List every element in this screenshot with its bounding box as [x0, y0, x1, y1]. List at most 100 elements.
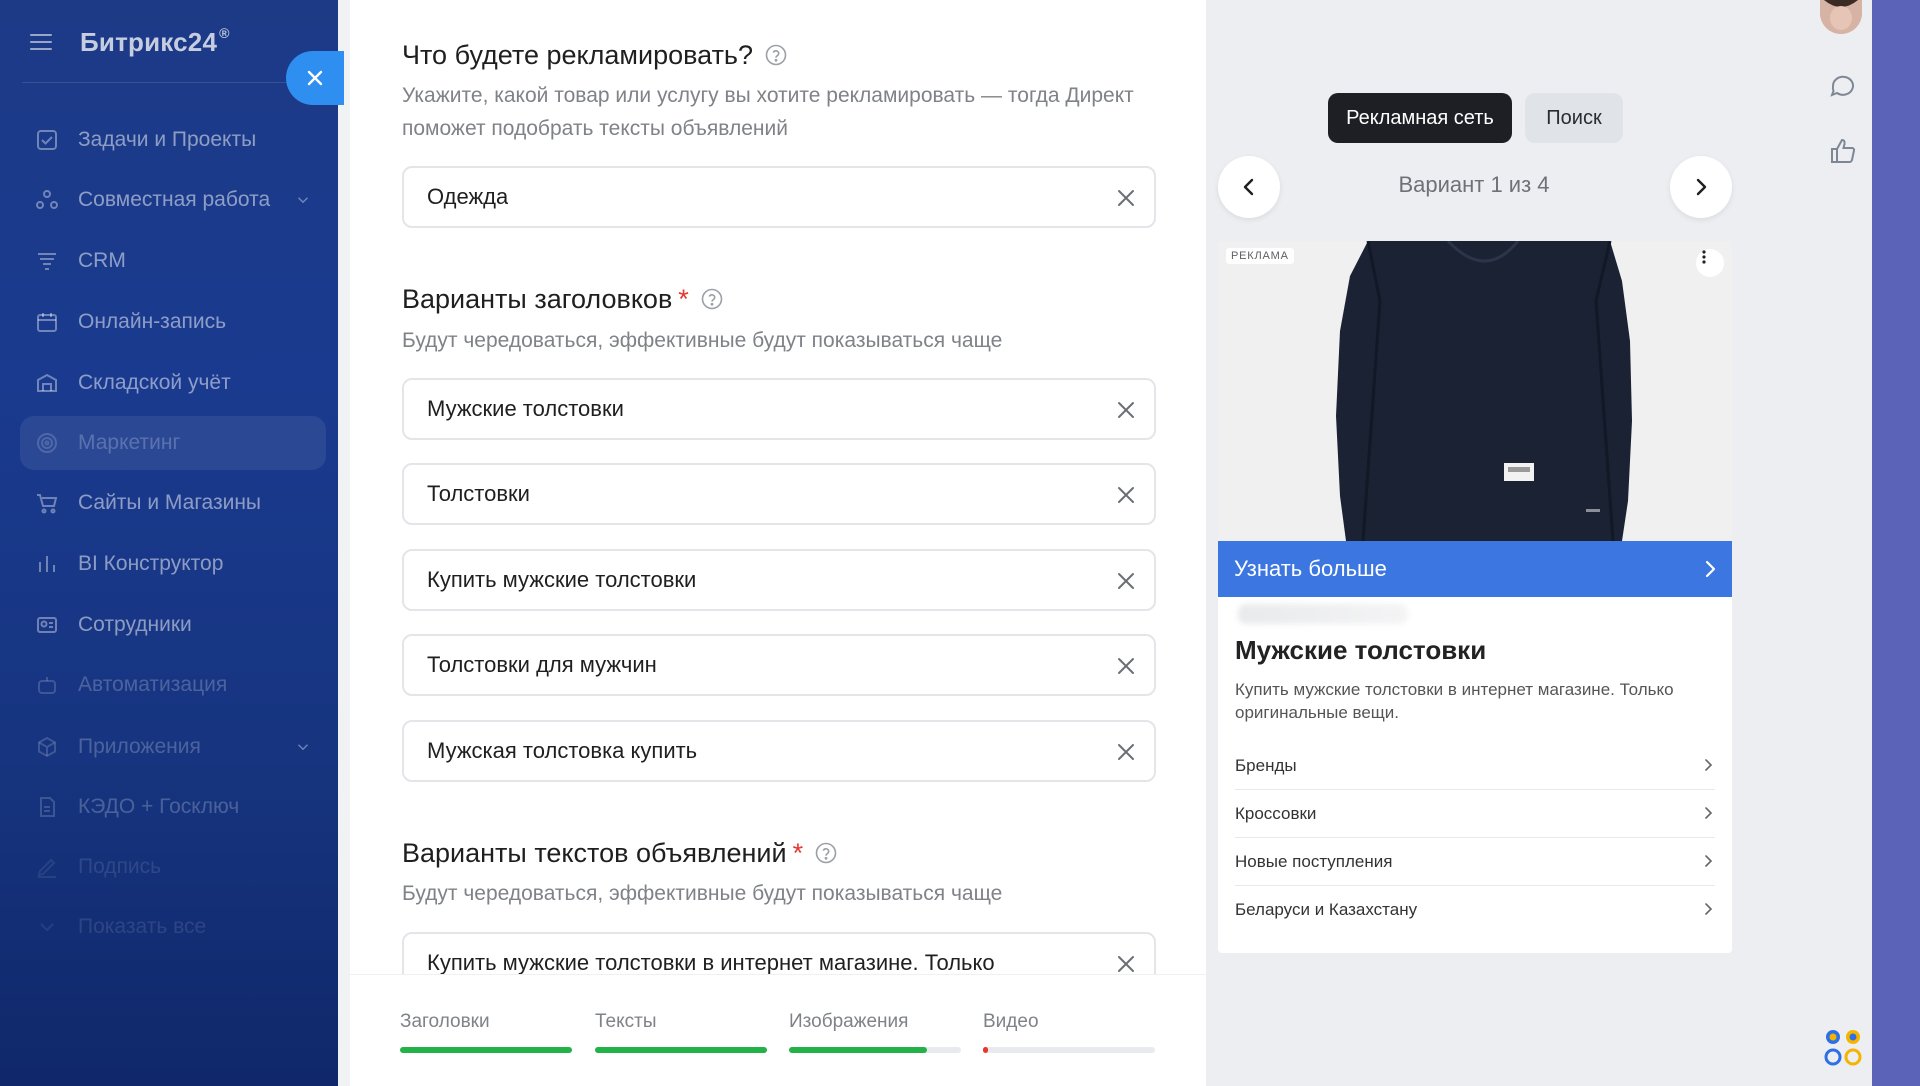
- menu-icon[interactable]: [30, 34, 52, 50]
- sitelink-label: Бренды: [1235, 755, 1297, 775]
- clear-icon[interactable]: [1116, 656, 1136, 676]
- product-section-description: Укажите, какой товар или услугу вы хотит…: [402, 84, 1134, 140]
- headlines-section-title: Варианты заголовков *: [402, 281, 723, 317]
- progress-track: [400, 1047, 572, 1053]
- more-options-button[interactable]: [1696, 249, 1724, 277]
- sidebar-item-employees[interactable]: Сотрудники: [20, 598, 326, 652]
- document-icon: [34, 794, 60, 820]
- progress-headlines[interactable]: Заголовки: [400, 1011, 572, 1053]
- sitelink-label: Кроссовки: [1235, 803, 1317, 823]
- help-icon[interactable]: [815, 842, 837, 864]
- headline-input[interactable]: Купить мужские толстовки: [402, 549, 1156, 611]
- required-mark: *: [678, 283, 689, 314]
- apps-icon[interactable]: [1824, 1028, 1862, 1066]
- sitelink-item[interactable]: Новые поступления: [1235, 838, 1715, 886]
- hoodie-image: [1218, 241, 1732, 541]
- ad-image: РЕКЛАМА: [1218, 241, 1732, 541]
- chevron-right-icon: [1701, 806, 1715, 820]
- cube-icon: [34, 734, 60, 760]
- chevron-right-icon: [1701, 854, 1715, 868]
- sidebar-item-bi[interactable]: BI Конструктор: [20, 537, 326, 591]
- texts-section-title: Варианты текстов объявлений *: [402, 835, 837, 871]
- sidebar-item-collaboration[interactable]: Совместная работа: [20, 173, 326, 227]
- clear-icon[interactable]: [1116, 400, 1136, 420]
- progress-track: [595, 1047, 767, 1053]
- progress-fill: [595, 1047, 767, 1053]
- texts-section-description: Будут чередоваться, эффективные будут по…: [402, 882, 1003, 905]
- chevron-right-icon: [1700, 559, 1720, 579]
- clear-icon[interactable]: [1116, 954, 1136, 974]
- field-value: Мужская толстовка купить: [427, 738, 698, 763]
- ad-description: Купить мужские толстовки в интернет мага…: [1235, 680, 1674, 722]
- headline-input[interactable]: Толстовки для мужчин: [402, 634, 1156, 696]
- clear-icon[interactable]: [1116, 485, 1136, 505]
- tab-search[interactable]: Поиск: [1525, 93, 1623, 143]
- field-value: Купить мужские толстовки в интернет мага…: [427, 950, 995, 975]
- sidebar-item-label: BI Конструктор: [78, 552, 224, 575]
- sidebar-item-label: Совместная работа: [78, 188, 271, 211]
- prev-variant-button[interactable]: [1218, 156, 1280, 218]
- chat-icon[interactable]: [1828, 72, 1858, 102]
- progress-fill: [983, 1047, 989, 1053]
- product-section-title: Что будете рекламировать?: [402, 37, 787, 73]
- ad-preview-card: РЕКЛАМА Узнать больше Мужские толстовки …: [1218, 241, 1732, 953]
- sidebar-item-label: Задачи и Проекты: [78, 128, 257, 151]
- sidebar-item-online-booking[interactable]: Онлайн-запись: [20, 295, 326, 349]
- sidebar-item-signature[interactable]: Подпись: [20, 840, 326, 894]
- field-value: Толстовки для мужчин: [427, 652, 657, 677]
- sitelink-item[interactable]: Беларуси и Казахстану: [1235, 886, 1715, 934]
- help-icon[interactable]: [765, 44, 787, 66]
- sidebar-item-label: Показать все: [78, 915, 207, 938]
- sidebar-item-marketing[interactable]: Маркетинг: [20, 416, 326, 470]
- chevron-down-icon: [34, 914, 60, 940]
- sidebar-divider: [22, 82, 316, 83]
- sidebar-item-label: Складской учёт: [78, 371, 231, 394]
- learn-more-button[interactable]: Узнать больше: [1218, 541, 1732, 597]
- tab-ad-network[interactable]: Рекламная сеть: [1328, 93, 1512, 143]
- product-input[interactable]: Одежда: [402, 166, 1156, 228]
- blurred-domain: [1238, 604, 1408, 624]
- sidebar-item-tasks[interactable]: Задачи и Проекты: [20, 113, 326, 167]
- clear-icon[interactable]: [1116, 571, 1136, 591]
- ad-title: Мужские толстовки: [1235, 635, 1487, 665]
- sidebar-item-kedo[interactable]: КЭДО + Госключ: [20, 780, 326, 834]
- brand-logo[interactable]: Битрикс24 ®: [80, 25, 230, 58]
- close-icon: [307, 70, 323, 86]
- sidebar-item-label: Маркетинг: [78, 431, 181, 454]
- help-icon[interactable]: [701, 288, 723, 310]
- sidebar-item-apps[interactable]: Приложения: [20, 720, 326, 774]
- progress-video[interactable]: Видео: [983, 1011, 1155, 1053]
- progress-texts[interactable]: Тексты: [595, 1011, 767, 1053]
- progress-fill: [789, 1047, 927, 1053]
- warehouse-icon: [34, 370, 60, 396]
- like-icon[interactable]: [1828, 136, 1858, 166]
- sitelink-item[interactable]: Кроссовки: [1235, 790, 1715, 838]
- chevron-right-icon: [1696, 178, 1707, 196]
- headline-input[interactable]: Мужские толстовки: [402, 378, 1156, 440]
- cta-label: Узнать больше: [1234, 556, 1387, 581]
- sidebar-item-show-all[interactable]: Показать все: [20, 900, 326, 954]
- section-title-text: Что будете рекламировать?: [402, 39, 754, 70]
- close-panel-button[interactable]: [286, 51, 344, 105]
- chevron-down-icon[interactable]: [294, 738, 312, 756]
- field-value: Толстовки: [427, 481, 530, 506]
- progress-label: Изображения: [789, 1011, 909, 1032]
- sidebar-item-warehouse[interactable]: Складской учёт: [20, 356, 326, 410]
- progress-images[interactable]: Изображения: [789, 1011, 961, 1053]
- chevron-down-icon[interactable]: [294, 191, 312, 209]
- bar-chart-icon: [34, 551, 60, 577]
- sidebar-item-sites[interactable]: Сайты и Магазины: [20, 476, 326, 530]
- more-vertical-icon: [1702, 250, 1706, 264]
- clear-icon[interactable]: [1116, 742, 1136, 762]
- sidebar: Битрикс24 ® Задачи и Проекты Совместная р…: [0, 0, 338, 1086]
- sidebar-item-crm[interactable]: CRM: [20, 234, 326, 288]
- sidebar-item-automation[interactable]: Автоматизация: [20, 658, 326, 712]
- sitelink-item[interactable]: Бренды: [1235, 742, 1715, 790]
- right-rail-edge: [1872, 0, 1920, 1086]
- headline-input[interactable]: Мужская толстовка купить: [402, 720, 1156, 782]
- sidebar-item-label: Сотрудники: [78, 613, 192, 636]
- progress-label: Заголовки: [400, 1011, 490, 1032]
- headline-input[interactable]: Толстовки: [402, 463, 1156, 525]
- next-variant-button[interactable]: [1670, 156, 1732, 218]
- clear-icon[interactable]: [1116, 188, 1136, 208]
